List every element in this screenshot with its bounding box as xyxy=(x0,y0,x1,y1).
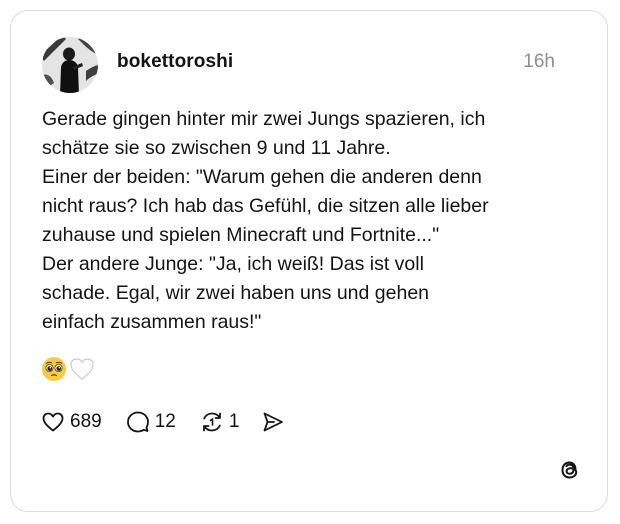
repost-icon xyxy=(200,410,224,434)
post-text-line: Der andere Junge: "Ja, ich weiß! Das ist… xyxy=(42,253,424,275)
repost-count: 1 xyxy=(228,411,240,432)
like-button[interactable]: 689 xyxy=(41,410,102,434)
like-count: 689 xyxy=(70,411,102,432)
white-heart-emoji xyxy=(69,356,95,382)
share-icon xyxy=(261,410,285,434)
threads-logo-icon[interactable] xyxy=(557,457,583,483)
post-text-line: schätze sie so zwischen 9 und 11 Jahre. xyxy=(42,137,391,159)
avatar[interactable] xyxy=(42,37,98,93)
post-timestamp: 16h xyxy=(523,51,555,72)
share-button[interactable] xyxy=(261,410,285,434)
reply-count: 12 xyxy=(154,411,176,432)
heart-icon xyxy=(41,410,65,434)
repost-button[interactable]: 1 xyxy=(200,410,240,434)
post-text-line: zuhause und spielen Minecraft und Fortni… xyxy=(42,224,440,246)
emoji-line xyxy=(41,356,95,382)
post-text-line: Einer der beiden: "Warum gehen die ander… xyxy=(42,166,482,188)
post-text-line: schade. Egal, wir zwei haben uns und geh… xyxy=(42,282,430,304)
post-text-line: nicht raus? Ich hab das Gefühl, die sitz… xyxy=(42,195,489,217)
reply-button[interactable]: 12 xyxy=(126,410,176,434)
username[interactable]: bokettoroshi xyxy=(117,51,233,73)
post-body: Gerade gingen hinter mir zwei Jungs spaz… xyxy=(42,105,582,337)
post-card: bokettoroshi 16h Gerade gingen hinter mi… xyxy=(10,10,608,512)
post-actions: 689 12 1 xyxy=(41,409,285,435)
post-text-line: einfach zusammen raus!" xyxy=(42,311,262,333)
pleading-face-emoji xyxy=(41,356,67,382)
comment-icon xyxy=(126,410,150,434)
post-text-line: Gerade gingen hinter mir zwei Jungs spaz… xyxy=(42,108,486,130)
